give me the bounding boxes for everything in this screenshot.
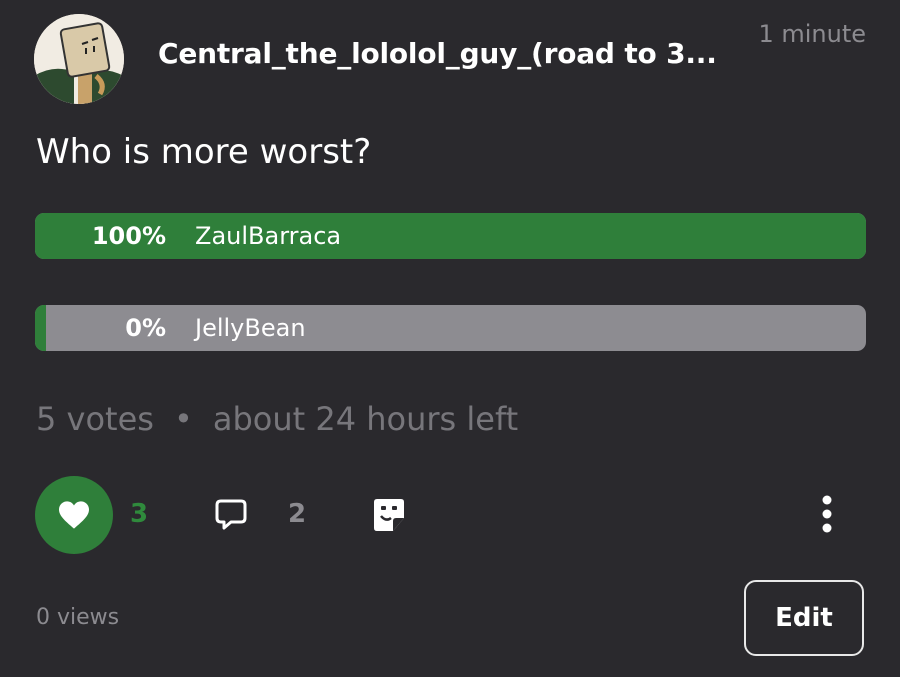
meta-separator: •: [173, 400, 193, 438]
vote-count: 5 votes: [36, 400, 154, 438]
time-left: about 24 hours left: [212, 400, 519, 438]
comment-icon: [215, 499, 247, 530]
poll-option-jellybean[interactable]: 0% JellyBean: [35, 305, 866, 351]
comment-button[interactable]: [213, 496, 249, 536]
poll-option-label: ZaulBarraca: [195, 222, 342, 250]
poll-option-percent: 100%: [91, 222, 166, 250]
view-count: 0 views: [36, 605, 120, 630]
like-count: 3: [130, 499, 149, 529]
heart-icon: [59, 501, 89, 529]
avatar[interactable]: [34, 14, 124, 104]
more-options-button[interactable]: [815, 494, 839, 538]
poll-option-label: JellyBean: [195, 314, 306, 342]
poll-question: Who is more worst?: [36, 132, 372, 172]
post-timestamp: 1 minute: [758, 20, 866, 48]
avatar-image: [34, 14, 124, 104]
sticker-button[interactable]: [371, 496, 407, 538]
edit-button[interactable]: Edit: [744, 580, 864, 656]
sticker-icon: [374, 499, 404, 531]
more-vertical-icon: [822, 495, 832, 533]
poll-meta: 5 votes • about 24 hours left: [36, 400, 518, 438]
comment-count: 2: [288, 499, 307, 529]
username[interactable]: Central_the_lololol_guy_(road to 3...: [158, 37, 717, 70]
poll-option-fill: [35, 305, 46, 351]
poll-option-percent: 0%: [125, 314, 166, 342]
like-button[interactable]: [35, 476, 113, 554]
poll-option-zaulbarraca[interactable]: 100% ZaulBarraca: [35, 213, 866, 259]
